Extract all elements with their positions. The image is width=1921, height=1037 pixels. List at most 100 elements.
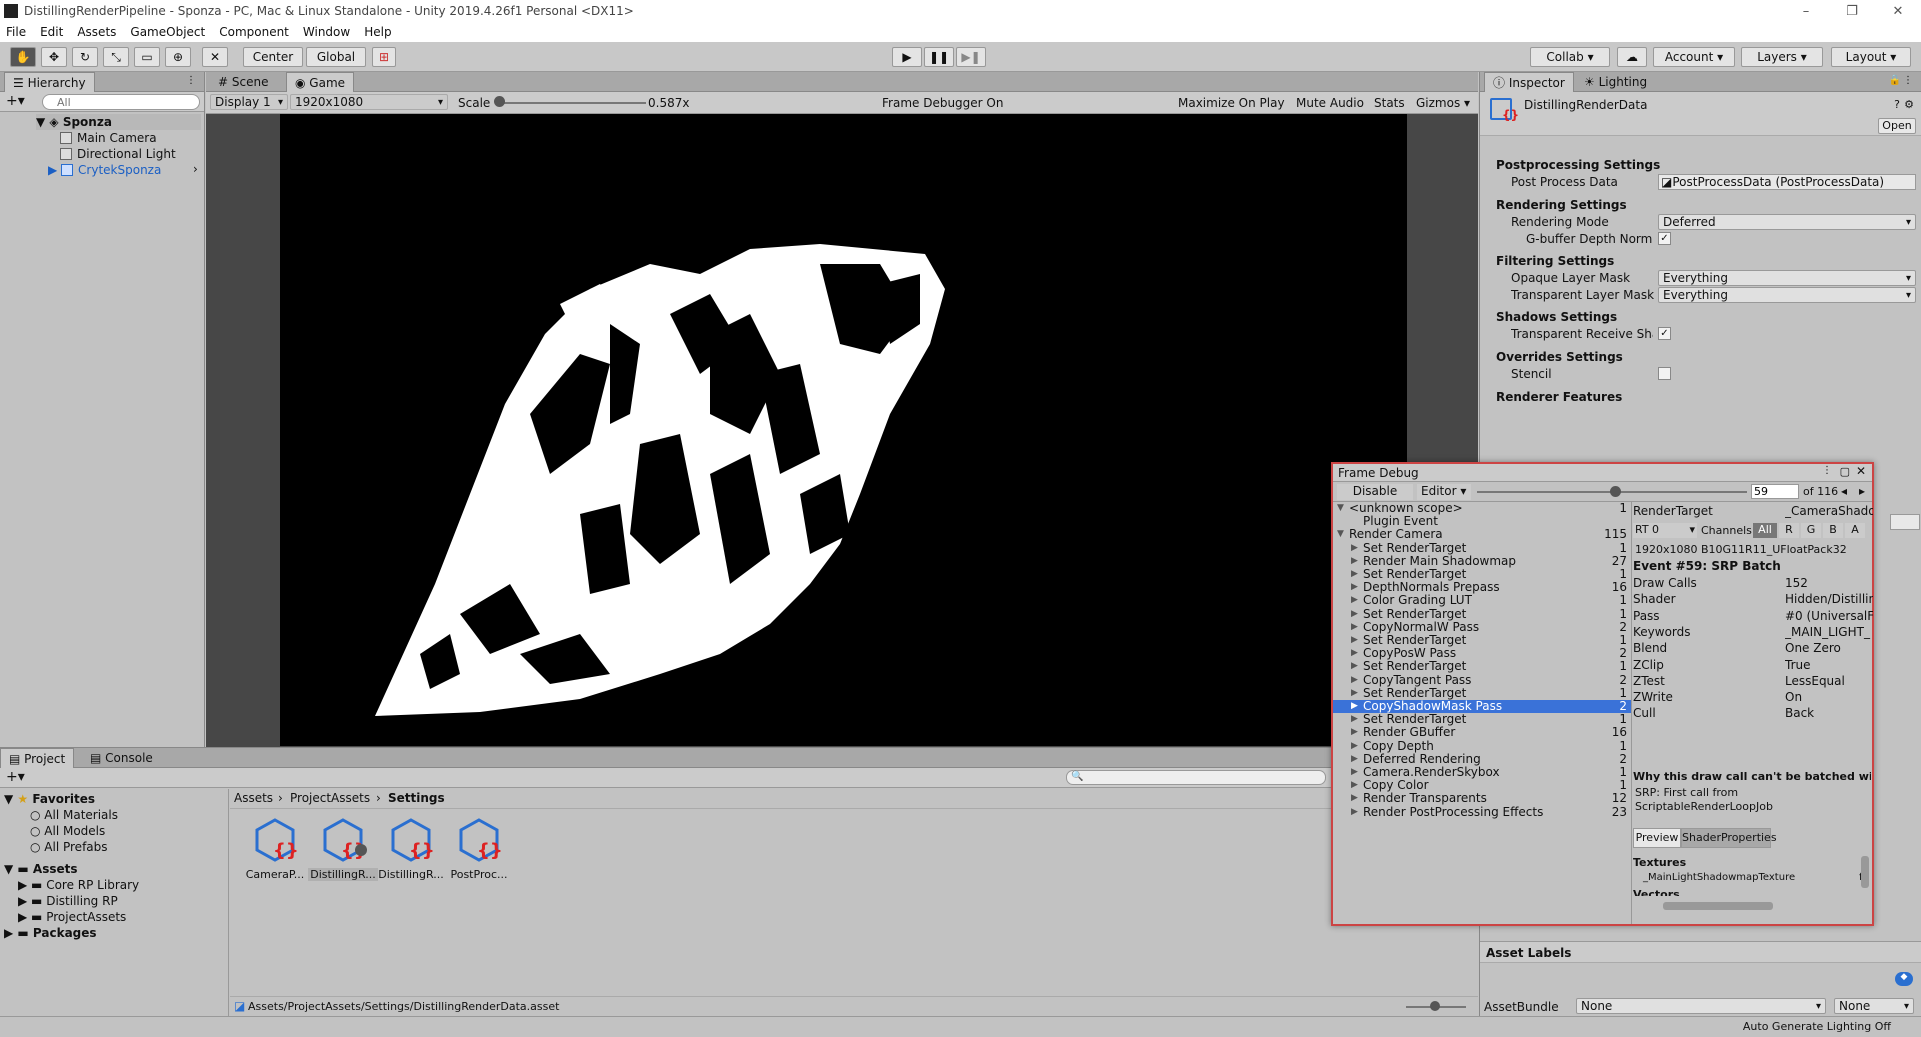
- panel-menu-icon[interactable]: ⋮: [1903, 75, 1913, 86]
- menu-assets[interactable]: Assets: [77, 25, 116, 39]
- play-button[interactable]: ▶: [892, 47, 922, 67]
- asset-item[interactable]: {} CameraP...: [240, 816, 310, 881]
- expand-arrow-icon[interactable]: ▶: [1351, 647, 1358, 660]
- event-slider-thumb[interactable]: [1609, 486, 1621, 497]
- menu-help[interactable]: Help: [364, 25, 391, 39]
- close-button[interactable]: ✕: [1875, 0, 1921, 22]
- expand-arrow-icon[interactable]: ▶: [1351, 726, 1358, 739]
- expand-arrow-icon[interactable]: ▶: [1351, 779, 1358, 792]
- frame-event-row[interactable]: Plugin Event: [1333, 515, 1631, 528]
- expand-arrow-icon[interactable]: ▶: [1351, 792, 1358, 805]
- frame-event-row[interactable]: ▶ CopyPosW Pass 2: [1333, 647, 1631, 660]
- expand-arrow-icon[interactable]: ▶: [1351, 713, 1358, 726]
- settings-gear-icon[interactable]: ⚙: [1904, 98, 1914, 111]
- icon-size-slider-thumb[interactable]: [1430, 1001, 1440, 1011]
- move-tool-icon[interactable]: ✥: [41, 47, 67, 67]
- expand-arrow-icon[interactable]: ▶: [18, 878, 31, 892]
- breadcrumb-item-current[interactable]: Settings: [388, 791, 445, 805]
- disable-button[interactable]: Disable: [1337, 484, 1413, 500]
- expand-arrow-icon[interactable]: ▶: [1351, 621, 1358, 634]
- prev-event-button[interactable]: ◂: [1841, 484, 1847, 498]
- scale-slider-track[interactable]: [496, 102, 646, 104]
- frame-event-row[interactable]: ▶ Set RenderTarget 1: [1333, 541, 1631, 555]
- close-icon[interactable]: ✕: [1856, 464, 1866, 478]
- maximize-button[interactable]: ❐: [1829, 0, 1875, 22]
- tab-lighting[interactable]: ☀ Lighting: [1576, 72, 1655, 92]
- tab-scene[interactable]: # Scene: [210, 72, 276, 92]
- snap-icon[interactable]: ⊞: [372, 47, 396, 67]
- frame-event-row[interactable]: ▶ Copy Color 1: [1333, 779, 1631, 792]
- game-render-output[interactable]: [280, 114, 1407, 746]
- next-event-button[interactable]: ▸: [1859, 484, 1865, 498]
- add-icon[interactable]: +▾: [6, 93, 25, 109]
- expand-arrow-icon[interactable]: ▶: [18, 910, 31, 924]
- step-button[interactable]: ▶❚: [956, 47, 986, 67]
- expand-arrow-icon[interactable]: ▶: [1351, 594, 1358, 607]
- packages-folder-row[interactable]: ▶ ▬ Packages: [4, 925, 97, 941]
- stencil-checkbox[interactable]: [1658, 367, 1671, 380]
- cloud-icon[interactable]: ☁: [1617, 47, 1647, 67]
- splitter[interactable]: [1631, 502, 1632, 924]
- expand-arrow-icon[interactable]: ▶: [1351, 753, 1358, 766]
- post-process-data-field[interactable]: ◪PostProcessData (PostProcessData): [1658, 174, 1916, 190]
- expand-arrow-icon[interactable]: ▼: [36, 115, 49, 129]
- frame-event-row[interactable]: ▶ Set RenderTarget 1: [1333, 568, 1631, 581]
- frame-event-row[interactable]: ▶ Render GBuffer 16: [1333, 726, 1631, 739]
- rendering-mode-dropdown[interactable]: Deferred: [1658, 214, 1916, 230]
- breadcrumb-item[interactable]: Assets: [234, 791, 273, 805]
- tab-preview[interactable]: Preview: [1633, 828, 1681, 848]
- maximize-on-play-toggle[interactable]: Maximize On Play: [1178, 96, 1285, 110]
- space-global-toggle[interactable]: Global: [306, 47, 366, 67]
- gbuffer-depth-checkbox[interactable]: ✓: [1658, 232, 1671, 245]
- channel-a-button[interactable]: A: [1845, 523, 1865, 538]
- details-vertical-scrollbar[interactable]: [1861, 856, 1869, 888]
- rect-tool-icon[interactable]: ▭: [134, 47, 160, 67]
- frame-event-row[interactable]: ▶ DepthNormals Prepass 16: [1333, 581, 1631, 594]
- expand-arrow-icon[interactable]: ▶: [1351, 634, 1358, 647]
- frame-event-row[interactable]: ▶ Set RenderTarget 1: [1333, 686, 1631, 700]
- resolution-dropdown[interactable]: 1920x1080: [290, 94, 448, 110]
- pause-button[interactable]: ❚❚: [924, 47, 954, 67]
- project-search-input[interactable]: 🔍: [1066, 770, 1326, 785]
- favorites-row[interactable]: ▼ ★ Favorites: [4, 791, 95, 807]
- assetbundle-dropdown[interactable]: None: [1576, 998, 1826, 1014]
- frame-event-row[interactable]: ▼ Render Camera 115: [1333, 528, 1631, 541]
- frame-event-row[interactable]: ▶ Copy Depth 1: [1333, 739, 1631, 753]
- frame-event-row[interactable]: ▶ CopyNormalW Pass 2: [1333, 620, 1631, 634]
- transform-tool-icon[interactable]: ⊕: [165, 47, 191, 67]
- expand-arrow-icon[interactable]: ▼: [1337, 528, 1344, 541]
- help-icon[interactable]: ?: [1894, 98, 1900, 111]
- hierarchy-item[interactable]: Directional Light: [60, 146, 176, 162]
- custom-tool-icon[interactable]: ✕: [202, 47, 228, 67]
- expand-arrow-icon[interactable]: ▶: [1351, 542, 1358, 555]
- frame-event-row[interactable]: ▶ Deferred Rendering 2: [1333, 752, 1631, 766]
- frame-event-row[interactable]: ▶ Render PostProcessing Effects 23: [1333, 805, 1631, 819]
- rt-dropdown[interactable]: RT 0 ▾: [1633, 523, 1697, 538]
- channel-g-button[interactable]: G: [1801, 523, 1821, 538]
- details-horizontal-scrollbar[interactable]: [1663, 902, 1773, 910]
- feature-list-field[interactable]: [1890, 514, 1920, 530]
- chevron-right-icon[interactable]: ›: [193, 162, 198, 176]
- folder-item[interactable]: ▶ ▬ ProjectAssets: [18, 909, 126, 925]
- menu-file[interactable]: File: [6, 25, 26, 39]
- favorite-item[interactable]: ○ All Prefabs: [30, 839, 108, 855]
- expand-arrow-icon[interactable]: ▶: [18, 894, 31, 908]
- menu-window[interactable]: Window: [303, 25, 350, 39]
- expand-arrow-icon[interactable]: ▼: [4, 792, 17, 806]
- open-button[interactable]: Open: [1878, 118, 1916, 134]
- create-icon[interactable]: +▾: [6, 769, 25, 785]
- favorite-item[interactable]: ○ All Materials: [30, 807, 118, 823]
- frame-event-row[interactable]: ▶ Set RenderTarget 1: [1333, 713, 1631, 726]
- frame-event-row[interactable]: ▶ CopyTangent Pass 2: [1333, 673, 1631, 687]
- folder-item[interactable]: ▶ ▬ Core RP Library: [18, 877, 139, 893]
- menu-component[interactable]: Component: [219, 25, 289, 39]
- frame-event-row[interactable]: ▶ Set RenderTarget 1: [1333, 607, 1631, 621]
- frame-event-row[interactable]: ▶ Set RenderTarget 1: [1333, 660, 1631, 673]
- expand-arrow-icon[interactable]: ▶: [1351, 674, 1358, 687]
- expand-arrow-icon[interactable]: ▶: [4, 926, 17, 940]
- account-dropdown[interactable]: Account ▾: [1653, 47, 1735, 67]
- menu-edit[interactable]: Edit: [40, 25, 63, 39]
- expand-arrow-icon[interactable]: ▶: [1351, 555, 1358, 568]
- layout-dropdown[interactable]: Layout ▾: [1831, 47, 1911, 67]
- frame-event-row[interactable]: ▶ Set RenderTarget 1: [1333, 634, 1631, 647]
